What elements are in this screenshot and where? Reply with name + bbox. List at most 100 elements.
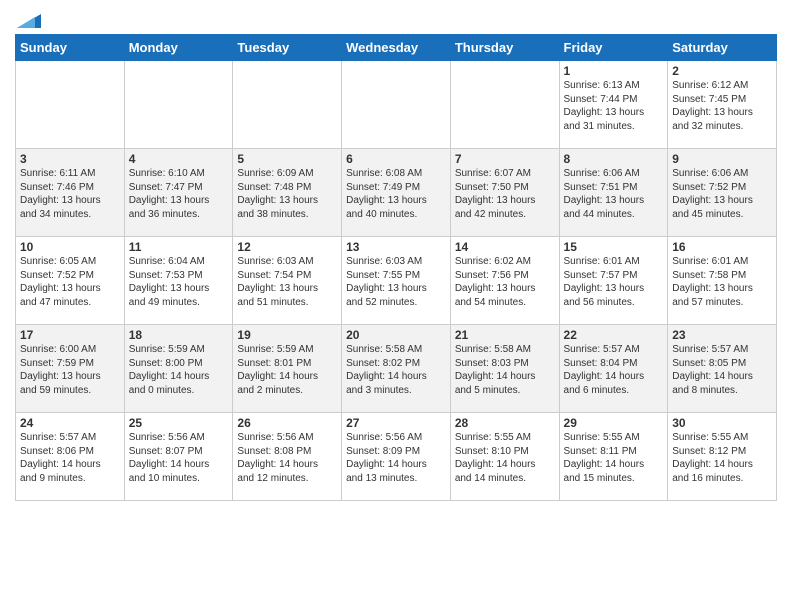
day-info: Sunrise: 6:11 AM Sunset: 7:46 PM Dayligh…	[20, 167, 120, 221]
weekday-header-sunday: Sunday	[16, 35, 125, 61]
calendar-week-3: 17Sunrise: 6:00 AM Sunset: 7:59 PM Dayli…	[16, 325, 777, 413]
calendar-cell: 23Sunrise: 5:57 AM Sunset: 8:05 PM Dayli…	[668, 325, 777, 413]
weekday-header-saturday: Saturday	[668, 35, 777, 61]
day-number: 7	[455, 152, 555, 166]
calendar-cell: 9Sunrise: 6:06 AM Sunset: 7:52 PM Daylig…	[668, 149, 777, 237]
logo-icon	[17, 14, 41, 28]
day-number: 3	[20, 152, 120, 166]
day-info: Sunrise: 5:56 AM Sunset: 8:08 PM Dayligh…	[237, 431, 337, 485]
day-info: Sunrise: 5:55 AM Sunset: 8:10 PM Dayligh…	[455, 431, 555, 485]
day-info: Sunrise: 5:56 AM Sunset: 8:07 PM Dayligh…	[129, 431, 229, 485]
calendar-cell	[16, 61, 125, 149]
calendar-cell: 11Sunrise: 6:04 AM Sunset: 7:53 PM Dayli…	[124, 237, 233, 325]
day-info: Sunrise: 5:58 AM Sunset: 8:02 PM Dayligh…	[346, 343, 446, 397]
day-number: 29	[564, 416, 664, 430]
day-number: 18	[129, 328, 229, 342]
day-number: 24	[20, 416, 120, 430]
day-info: Sunrise: 5:56 AM Sunset: 8:09 PM Dayligh…	[346, 431, 446, 485]
day-number: 19	[237, 328, 337, 342]
day-number: 15	[564, 240, 664, 254]
calendar-week-1: 3Sunrise: 6:11 AM Sunset: 7:46 PM Daylig…	[16, 149, 777, 237]
calendar-cell: 16Sunrise: 6:01 AM Sunset: 7:58 PM Dayli…	[668, 237, 777, 325]
day-info: Sunrise: 6:01 AM Sunset: 7:58 PM Dayligh…	[672, 255, 772, 309]
day-number: 26	[237, 416, 337, 430]
day-info: Sunrise: 6:08 AM Sunset: 7:49 PM Dayligh…	[346, 167, 446, 221]
calendar-cell: 19Sunrise: 5:59 AM Sunset: 8:01 PM Dayli…	[233, 325, 342, 413]
calendar-cell: 18Sunrise: 5:59 AM Sunset: 8:00 PM Dayli…	[124, 325, 233, 413]
day-number: 28	[455, 416, 555, 430]
day-number: 17	[20, 328, 120, 342]
calendar-cell: 4Sunrise: 6:10 AM Sunset: 7:47 PM Daylig…	[124, 149, 233, 237]
day-number: 21	[455, 328, 555, 342]
calendar-cell	[342, 61, 451, 149]
day-info: Sunrise: 6:07 AM Sunset: 7:50 PM Dayligh…	[455, 167, 555, 221]
calendar-table: SundayMondayTuesdayWednesdayThursdayFrid…	[15, 34, 777, 501]
day-info: Sunrise: 6:02 AM Sunset: 7:56 PM Dayligh…	[455, 255, 555, 309]
day-info: Sunrise: 6:03 AM Sunset: 7:54 PM Dayligh…	[237, 255, 337, 309]
calendar-cell: 22Sunrise: 5:57 AM Sunset: 8:04 PM Dayli…	[559, 325, 668, 413]
calendar-cell: 15Sunrise: 6:01 AM Sunset: 7:57 PM Dayli…	[559, 237, 668, 325]
day-number: 12	[237, 240, 337, 254]
calendar-cell: 17Sunrise: 6:00 AM Sunset: 7:59 PM Dayli…	[16, 325, 125, 413]
day-info: Sunrise: 5:57 AM Sunset: 8:04 PM Dayligh…	[564, 343, 664, 397]
day-info: Sunrise: 5:57 AM Sunset: 8:05 PM Dayligh…	[672, 343, 772, 397]
calendar-week-2: 10Sunrise: 6:05 AM Sunset: 7:52 PM Dayli…	[16, 237, 777, 325]
weekday-header-thursday: Thursday	[450, 35, 559, 61]
calendar-cell: 20Sunrise: 5:58 AM Sunset: 8:02 PM Dayli…	[342, 325, 451, 413]
calendar-week-0: 1Sunrise: 6:13 AM Sunset: 7:44 PM Daylig…	[16, 61, 777, 149]
calendar-cell: 30Sunrise: 5:55 AM Sunset: 8:12 PM Dayli…	[668, 413, 777, 501]
calendar-cell: 27Sunrise: 5:56 AM Sunset: 8:09 PM Dayli…	[342, 413, 451, 501]
calendar-cell	[233, 61, 342, 149]
day-info: Sunrise: 6:01 AM Sunset: 7:57 PM Dayligh…	[564, 255, 664, 309]
day-info: Sunrise: 6:06 AM Sunset: 7:51 PM Dayligh…	[564, 167, 664, 221]
calendar-cell: 13Sunrise: 6:03 AM Sunset: 7:55 PM Dayli…	[342, 237, 451, 325]
day-info: Sunrise: 5:55 AM Sunset: 8:12 PM Dayligh…	[672, 431, 772, 485]
day-number: 11	[129, 240, 229, 254]
day-number: 13	[346, 240, 446, 254]
day-number: 20	[346, 328, 446, 342]
calendar-cell: 6Sunrise: 6:08 AM Sunset: 7:49 PM Daylig…	[342, 149, 451, 237]
calendar-cell: 12Sunrise: 6:03 AM Sunset: 7:54 PM Dayli…	[233, 237, 342, 325]
calendar-cell: 24Sunrise: 5:57 AM Sunset: 8:06 PM Dayli…	[16, 413, 125, 501]
calendar-cell: 25Sunrise: 5:56 AM Sunset: 8:07 PM Dayli…	[124, 413, 233, 501]
day-number: 27	[346, 416, 446, 430]
calendar-cell: 1Sunrise: 6:13 AM Sunset: 7:44 PM Daylig…	[559, 61, 668, 149]
page-header	[15, 10, 777, 28]
day-number: 6	[346, 152, 446, 166]
day-number: 22	[564, 328, 664, 342]
day-info: Sunrise: 5:58 AM Sunset: 8:03 PM Dayligh…	[455, 343, 555, 397]
weekday-header-wednesday: Wednesday	[342, 35, 451, 61]
day-info: Sunrise: 6:06 AM Sunset: 7:52 PM Dayligh…	[672, 167, 772, 221]
calendar-header-row: SundayMondayTuesdayWednesdayThursdayFrid…	[16, 35, 777, 61]
day-info: Sunrise: 5:57 AM Sunset: 8:06 PM Dayligh…	[20, 431, 120, 485]
weekday-header-monday: Monday	[124, 35, 233, 61]
weekday-header-friday: Friday	[559, 35, 668, 61]
day-number: 25	[129, 416, 229, 430]
day-info: Sunrise: 6:03 AM Sunset: 7:55 PM Dayligh…	[346, 255, 446, 309]
day-number: 4	[129, 152, 229, 166]
day-info: Sunrise: 6:09 AM Sunset: 7:48 PM Dayligh…	[237, 167, 337, 221]
calendar-cell	[450, 61, 559, 149]
day-info: Sunrise: 6:13 AM Sunset: 7:44 PM Dayligh…	[564, 79, 664, 133]
day-info: Sunrise: 6:00 AM Sunset: 7:59 PM Dayligh…	[20, 343, 120, 397]
day-number: 8	[564, 152, 664, 166]
calendar-week-4: 24Sunrise: 5:57 AM Sunset: 8:06 PM Dayli…	[16, 413, 777, 501]
day-number: 30	[672, 416, 772, 430]
day-number: 2	[672, 64, 772, 78]
calendar-cell: 14Sunrise: 6:02 AM Sunset: 7:56 PM Dayli…	[450, 237, 559, 325]
day-info: Sunrise: 5:59 AM Sunset: 8:01 PM Dayligh…	[237, 343, 337, 397]
day-number: 10	[20, 240, 120, 254]
day-info: Sunrise: 6:12 AM Sunset: 7:45 PM Dayligh…	[672, 79, 772, 133]
calendar-cell: 2Sunrise: 6:12 AM Sunset: 7:45 PM Daylig…	[668, 61, 777, 149]
calendar-cell	[124, 61, 233, 149]
day-number: 1	[564, 64, 664, 78]
day-info: Sunrise: 5:59 AM Sunset: 8:00 PM Dayligh…	[129, 343, 229, 397]
calendar-cell: 29Sunrise: 5:55 AM Sunset: 8:11 PM Dayli…	[559, 413, 668, 501]
day-info: Sunrise: 6:04 AM Sunset: 7:53 PM Dayligh…	[129, 255, 229, 309]
day-info: Sunrise: 6:05 AM Sunset: 7:52 PM Dayligh…	[20, 255, 120, 309]
day-info: Sunrise: 5:55 AM Sunset: 8:11 PM Dayligh…	[564, 431, 664, 485]
calendar-cell: 26Sunrise: 5:56 AM Sunset: 8:08 PM Dayli…	[233, 413, 342, 501]
calendar-cell: 3Sunrise: 6:11 AM Sunset: 7:46 PM Daylig…	[16, 149, 125, 237]
calendar-cell: 8Sunrise: 6:06 AM Sunset: 7:51 PM Daylig…	[559, 149, 668, 237]
day-number: 23	[672, 328, 772, 342]
